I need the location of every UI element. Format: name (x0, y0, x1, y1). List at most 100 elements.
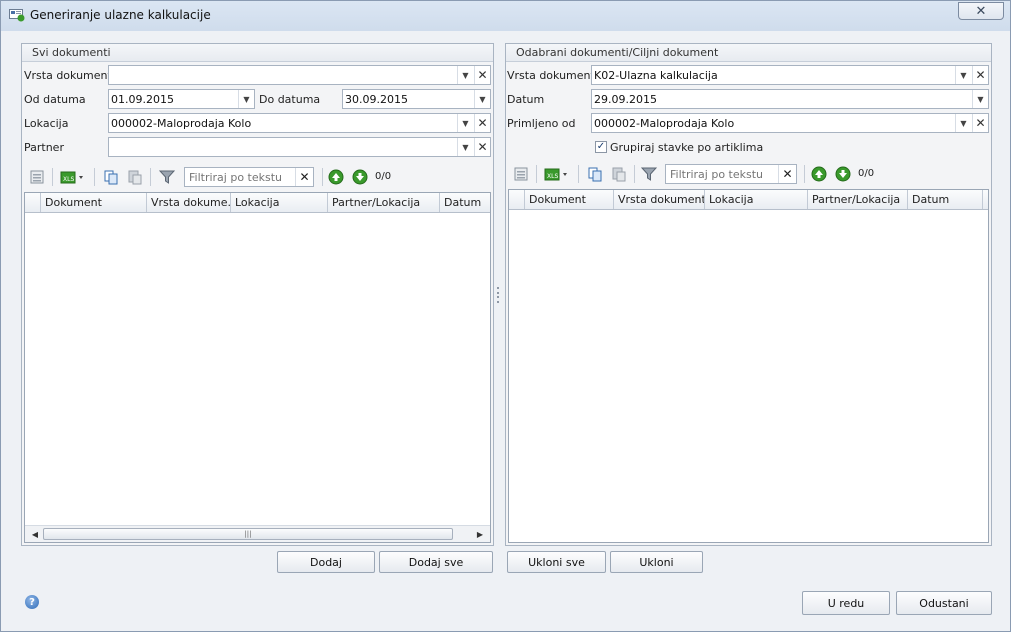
column-dokument[interactable]: Dokument (525, 190, 614, 209)
chevron-down-icon[interactable]: ▼ (457, 114, 473, 132)
funnel-icon[interactable] (158, 168, 176, 186)
filter-text-input[interactable] (187, 169, 295, 185)
clear-icon[interactable]: ✕ (474, 114, 490, 132)
clear-icon[interactable]: ✕ (778, 165, 796, 183)
u-redu-button[interactable]: U redu (802, 591, 890, 615)
clear-icon[interactable]: ✕ (474, 66, 490, 84)
grid-indicator-column (25, 193, 41, 212)
clear-icon[interactable]: ✕ (474, 138, 490, 156)
filter-text-input[interactable] (668, 166, 778, 182)
right-panel-odabrani-dokumenti: Odabrani dokumenti/Ciljni dokument Vrsta… (505, 43, 992, 546)
scroll-left-icon[interactable]: ◀ (27, 526, 43, 542)
svg-text:XLS: XLS (63, 176, 74, 183)
clear-icon[interactable]: ✕ (972, 66, 988, 84)
app-icon (9, 9, 25, 22)
lokacija-label: Lokacija (24, 117, 69, 130)
window-title: Generiranje ulazne kalkulacije (30, 8, 211, 22)
title-bar: Generiranje ulazne kalkulacije ✕ (1, 1, 1010, 31)
right-panel-header: Odabrani dokumenti/Ciljni dokument (506, 44, 991, 62)
close-button[interactable]: ✕ (958, 2, 1004, 20)
toolbar-separator (94, 168, 95, 186)
paste-icon[interactable] (610, 165, 628, 183)
right-filter-input[interactable]: ✕ (665, 164, 797, 184)
column-lokacija[interactable]: Lokacija (705, 190, 808, 209)
right-vrsta-dokumenta-combo[interactable]: K02-Ulazna kalkulacija ▼ ✕ (591, 65, 989, 85)
grupiraj-stavke-checkbox[interactable]: ✓ (595, 141, 607, 153)
left-documents-grid[interactable]: Dokument Vrsta dokume... Lokacija Partne… (24, 192, 491, 543)
toolbar-separator (536, 165, 537, 183)
calendar-dropdown-icon[interactable]: ▼ (238, 90, 254, 108)
column-partner-lokacija[interactable]: Partner/Lokacija (328, 193, 440, 212)
toolbar-separator (52, 168, 53, 186)
arrow-down-icon[interactable] (351, 168, 369, 186)
column-datum[interactable]: Datum (440, 193, 490, 212)
chevron-down-icon[interactable]: ▼ (955, 66, 971, 84)
column-datum[interactable]: Datum (908, 190, 983, 209)
left-vrsta-dokumenta-combo[interactable]: ▼ ✕ (108, 65, 491, 85)
do-datuma-label: Do datuma (259, 93, 321, 106)
left-toolbar: XLS ✕ 0/0 (24, 164, 490, 190)
panel-splitter-grip[interactable] (497, 287, 500, 303)
column-dokument[interactable]: Dokument (41, 193, 147, 212)
column-lokacija[interactable]: Lokacija (231, 193, 328, 212)
partner-combo[interactable]: ▼ ✕ (108, 137, 491, 157)
grid-indicator-column (509, 190, 525, 209)
column-vrsta-dokumenta[interactable]: Vrsta dokume... (147, 193, 231, 212)
toolbar-separator (804, 165, 805, 183)
do-datuma-date-field[interactable]: 30.09.2015 ▼ (342, 89, 491, 109)
excel-export-icon[interactable]: XLS (544, 165, 570, 183)
arrow-up-icon[interactable] (810, 165, 828, 183)
dodaj-sve-button[interactable]: Dodaj sve (379, 551, 493, 573)
left-lokacija-combo[interactable]: 000002-Maloprodaja Kolo ▼ ✕ (108, 113, 491, 133)
datum-label: Datum (507, 93, 545, 106)
arrow-down-icon[interactable] (834, 165, 852, 183)
horizontal-scrollbar[interactable]: ◀ ||| ▶ (25, 525, 490, 542)
left-panel-header: Svi dokumenti (22, 44, 493, 62)
od-datuma-label: Od datuma (24, 93, 86, 106)
primljeno-od-label: Primljeno od (507, 117, 576, 130)
ukloni-sve-button[interactable]: Ukloni sve (507, 551, 606, 573)
toolbar-separator (634, 165, 635, 183)
form-icon[interactable] (512, 165, 530, 183)
arrow-up-icon[interactable] (327, 168, 345, 186)
clear-icon[interactable]: ✕ (972, 114, 988, 132)
partner-label: Partner (24, 141, 64, 154)
scroll-right-icon[interactable]: ▶ (472, 526, 488, 542)
copy-icon[interactable] (586, 165, 604, 183)
grid-header: Dokument Vrsta dokumenta Lokacija Partne… (509, 190, 988, 210)
toolbar-separator (150, 168, 151, 186)
record-count: 0/0 (858, 168, 875, 179)
paste-icon[interactable] (126, 168, 144, 186)
calendar-dropdown-icon[interactable]: ▼ (972, 90, 988, 108)
clear-icon[interactable]: ✕ (295, 168, 313, 186)
chevron-down-icon[interactable]: ▼ (955, 114, 971, 132)
chevron-down-icon[interactable]: ▼ (457, 66, 473, 84)
copy-icon[interactable] (102, 168, 120, 186)
form-icon[interactable] (28, 168, 46, 186)
od-datuma-date-field[interactable]: 01.09.2015 ▼ (108, 89, 255, 109)
column-vrsta-dokumenta[interactable]: Vrsta dokumenta (614, 190, 705, 209)
grid-header: Dokument Vrsta dokume... Lokacija Partne… (25, 193, 490, 213)
grupiraj-stavke-label: Grupiraj stavke po artiklima (610, 141, 764, 154)
column-partner-lokacija[interactable]: Partner/Lokacija (808, 190, 908, 209)
toolbar-separator (322, 168, 323, 186)
vrsta-dokumenta-label: Vrsta dokumenta (24, 69, 119, 82)
toolbar-separator (578, 165, 579, 183)
left-filter-input[interactable]: ✕ (184, 167, 314, 187)
calendar-dropdown-icon[interactable]: ▼ (474, 90, 490, 108)
funnel-icon[interactable] (640, 165, 658, 183)
datum-date-field[interactable]: 29.09.2015 ▼ (591, 89, 989, 109)
odustani-button[interactable]: Odustani (896, 591, 992, 615)
scroll-thumb[interactable]: ||| (43, 528, 453, 540)
chevron-down-icon[interactable]: ▼ (457, 138, 473, 156)
right-documents-grid[interactable]: Dokument Vrsta dokumenta Lokacija Partne… (508, 189, 989, 543)
primljeno-od-combo[interactable]: 000002-Maloprodaja Kolo ▼ ✕ (591, 113, 989, 133)
excel-export-icon[interactable]: XLS (60, 168, 86, 186)
help-icon[interactable]: ? (25, 595, 39, 609)
close-icon: ✕ (975, 3, 987, 19)
record-count: 0/0 (375, 171, 392, 182)
ukloni-button[interactable]: Ukloni (610, 551, 703, 573)
svg-text:XLS: XLS (547, 173, 558, 180)
dialog-window: Generiranje ulazne kalkulacije ✕ Svi dok… (0, 0, 1011, 632)
dodaj-button[interactable]: Dodaj (277, 551, 375, 573)
